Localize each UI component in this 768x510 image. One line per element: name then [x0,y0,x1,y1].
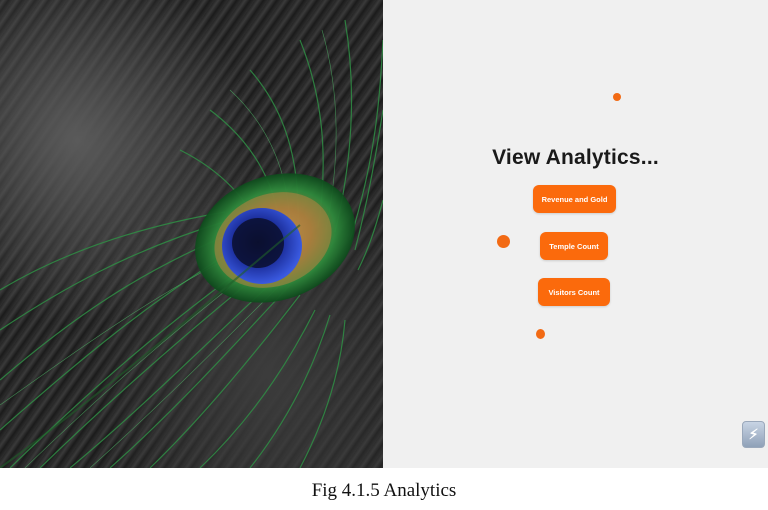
floating-action-button[interactable]: ⚡︎ [742,421,765,448]
figure-caption: Fig 4.1.5 Analytics [311,480,457,501]
peacock-feather-illustration [0,19,383,468]
decorative-dot [613,93,621,101]
bolt-icon: ⚡︎ [748,426,759,442]
page-title: View Analytics... [492,146,659,169]
visitors-count-button[interactable]: Visitors Count [538,278,610,306]
decorative-dot [536,329,545,339]
revenue-and-gold-button[interactable]: Revenue and Gold [533,185,616,213]
peacock-feather-image [0,0,383,468]
analytics-panel: View Analytics... Revenue and Gold Templ… [383,0,768,468]
decorative-dot [497,235,510,248]
temple-count-button[interactable]: Temple Count [540,232,608,260]
app-screenshot: View Analytics... Revenue and Gold Templ… [0,0,768,468]
